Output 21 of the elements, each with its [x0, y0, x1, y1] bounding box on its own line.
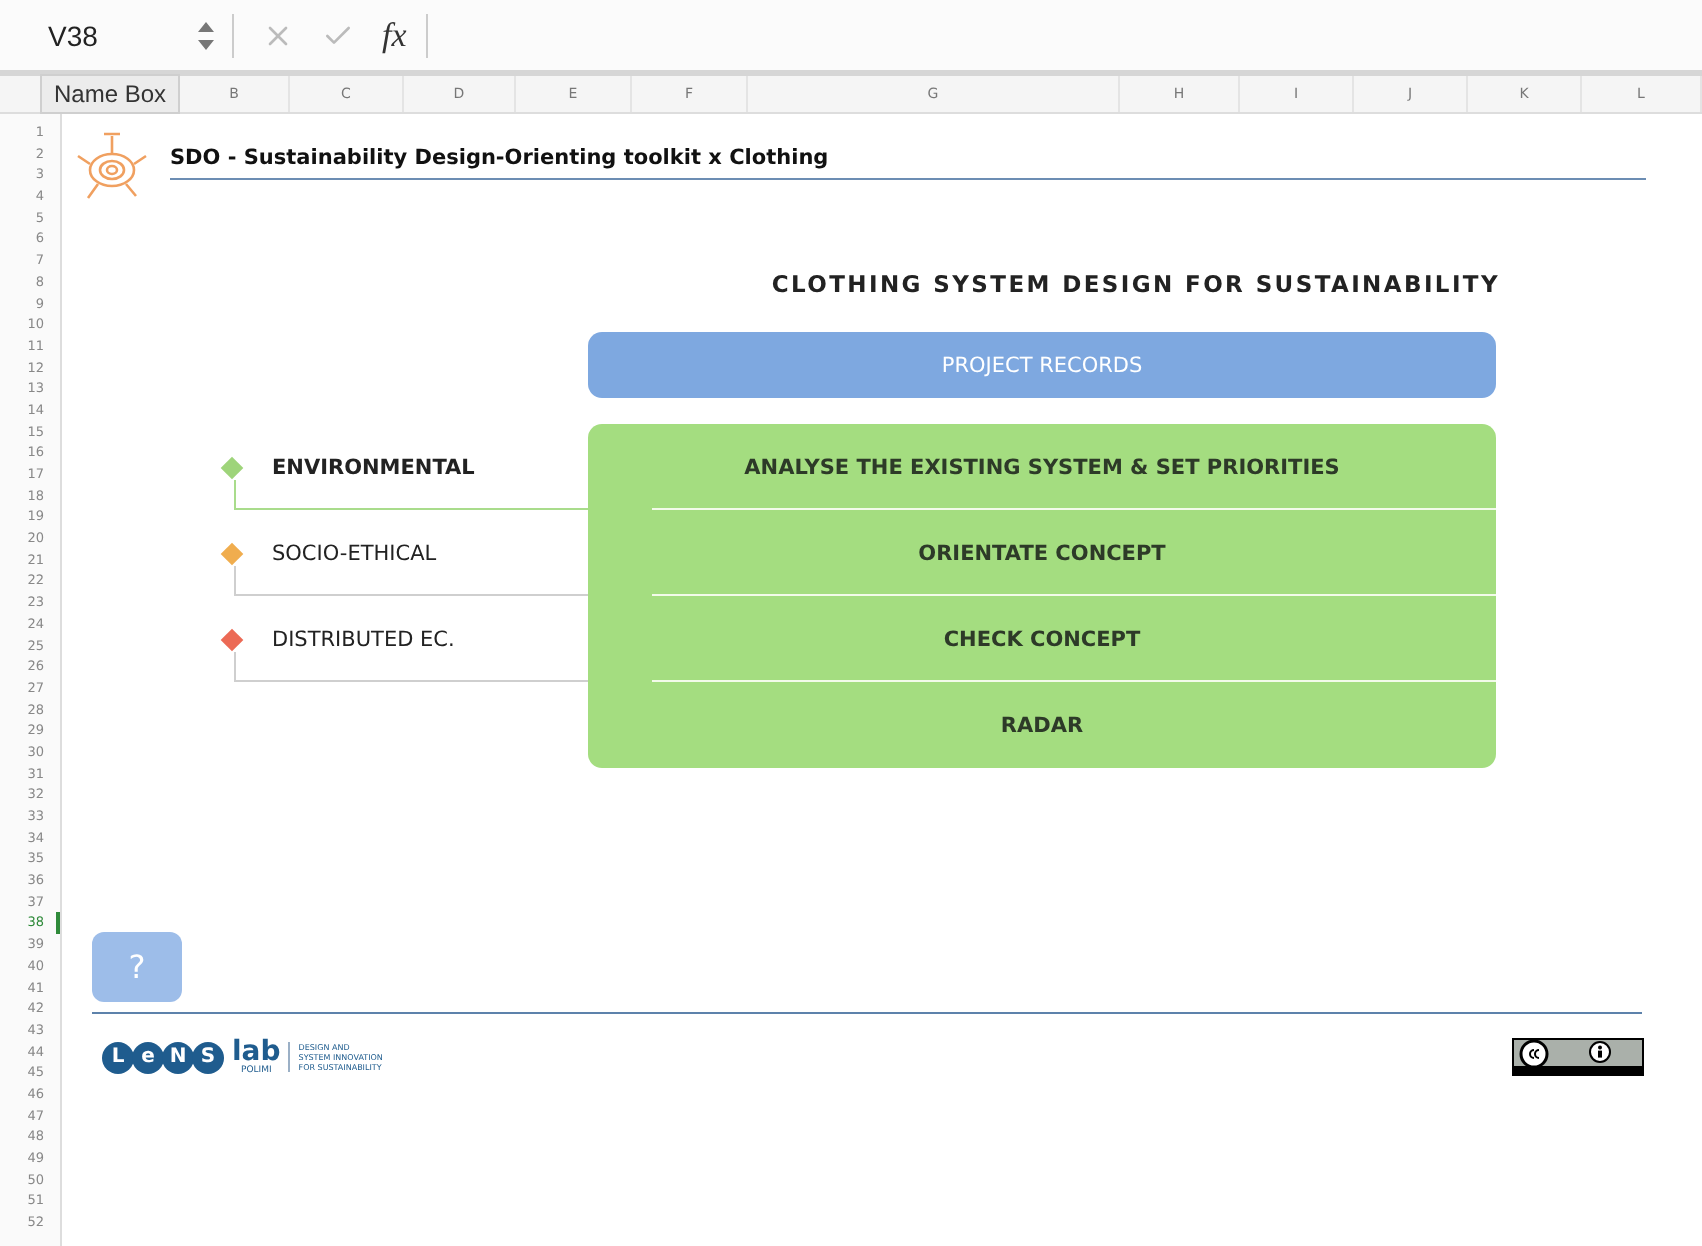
- step-button[interactable]: ORIENTATE CONCEPT: [588, 510, 1496, 596]
- cc-license-icon: [1512, 1038, 1644, 1076]
- project-records-button[interactable]: PROJECT RECORDS: [588, 332, 1496, 398]
- cell-reference[interactable]: V38: [0, 19, 196, 51]
- logo-letter: N: [162, 1041, 194, 1073]
- help-button[interactable]: ?: [92, 932, 182, 1002]
- stepper-icon[interactable]: [196, 17, 216, 53]
- logo-lab-text: lab: [232, 1039, 281, 1065]
- name-box-tooltip: Name Box: [40, 74, 181, 114]
- logo-letter: S: [192, 1041, 224, 1073]
- step-button[interactable]: CHECK CONCEPT: [588, 596, 1496, 682]
- step-button[interactable]: RADAR: [588, 682, 1496, 768]
- function-button[interactable]: fx: [382, 15, 407, 55]
- dimension-label[interactable]: SOCIO-ETHICAL: [272, 542, 437, 566]
- logo-letter: L: [102, 1041, 134, 1073]
- dimension-label[interactable]: ENVIRONMENTAL: [272, 456, 475, 480]
- step-button[interactable]: ANALYSE THE EXISTING SYSTEM & SET PRIORITIES: [588, 424, 1496, 510]
- logo-letter: e: [132, 1041, 164, 1073]
- dimension-label[interactable]: DISTRIBUTED EC.: [272, 628, 455, 652]
- toolkit-title: SDO - Sustainability Design-Orienting toolkit x Clothing: [170, 146, 831, 170]
- page-heading: CLOTHING SYSTEM DESIGN FOR SUSTAINABILITY: [771, 270, 1500, 298]
